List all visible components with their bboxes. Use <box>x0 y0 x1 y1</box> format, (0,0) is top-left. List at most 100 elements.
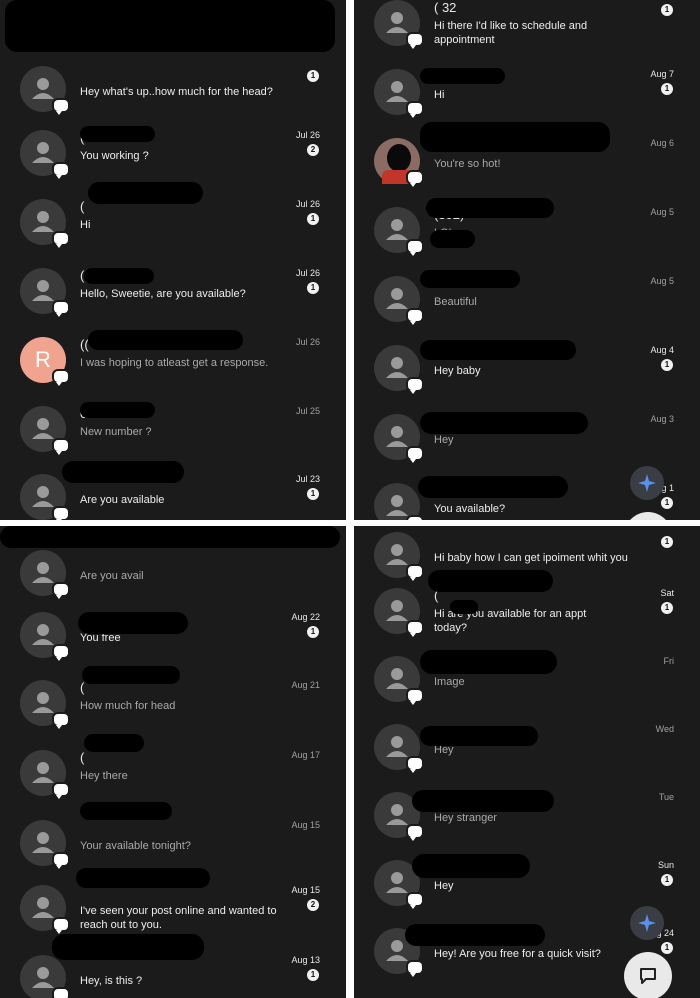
message-bubble-icon <box>406 960 424 977</box>
message-bubble-icon <box>406 824 424 841</box>
start-chat-button[interactable] <box>624 952 672 998</box>
message-preview: Beautiful <box>434 296 477 308</box>
redaction-block <box>52 934 204 960</box>
ai-assistant-button[interactable] <box>630 466 664 500</box>
redaction-block <box>420 726 538 746</box>
unread-count-badge: 1 <box>307 488 319 500</box>
timestamp: Aug 5 <box>650 207 674 217</box>
unread-count-badge: 1 <box>307 969 319 981</box>
message-bubble-icon <box>52 917 70 934</box>
conversation-row[interactable]: (Hey there Aug 17 <box>0 746 346 816</box>
message-bubble-icon <box>52 987 70 998</box>
timestamp: Aug 15 <box>291 820 320 830</box>
message-bubble-icon <box>406 101 424 118</box>
conversation-list-panel-1: Hey what's up..how much for the head? 1 ( … <box>0 0 346 520</box>
unread-count-badge: 1 <box>307 70 319 82</box>
timestamp: Aug 22 <box>291 612 320 622</box>
conversation-row[interactable]: Beautiful Aug 5 <box>354 272 700 342</box>
timestamp: Aug 3 <box>650 414 674 424</box>
message-preview: Are you avail <box>80 570 144 582</box>
timestamp: Sat <box>660 588 674 598</box>
timestamp: Aug 7 <box>650 69 674 79</box>
timestamp: Jul 26 <box>295 337 320 347</box>
message-preview: You're so hot! <box>434 158 501 170</box>
redaction-block <box>420 412 588 434</box>
message-bubble-icon <box>52 300 70 317</box>
message-bubble-icon <box>406 892 424 909</box>
redaction-block <box>78 612 188 634</box>
message-preview: Hi <box>80 219 91 231</box>
contact-name: ( <box>80 680 85 695</box>
unread-count-badge: 1 <box>661 874 673 886</box>
message-bubble-icon <box>406 446 424 463</box>
redaction-block <box>84 734 144 752</box>
message-preview: Hello, Sweetie, are you available? <box>80 288 246 300</box>
message-bubble-icon <box>52 438 70 455</box>
redaction-block <box>420 122 610 152</box>
message-preview: Hey baby <box>434 365 481 377</box>
conversation-row[interactable]: (How much for head Aug 21 <box>0 676 346 746</box>
conversation-list-panel-2: ( 32 Hi there I'd like to schedule and ap… <box>354 0 700 520</box>
message-bubble-icon <box>52 644 70 661</box>
conversation-list-panel-3: Are you avail You free Aug 22 1(How much fo… <box>0 526 346 998</box>
message-preview: Hey what's up..how much for the head? <box>80 86 273 98</box>
redaction-block <box>88 182 203 204</box>
message-bubble-icon <box>406 308 424 325</box>
timestamp: Aug 21 <box>291 680 320 690</box>
message-bubble-icon <box>406 170 424 187</box>
redaction-block <box>450 600 478 614</box>
timestamp: Jul 25 <box>295 406 320 416</box>
redaction-block <box>412 854 530 878</box>
timestamp: Aug 15 <box>291 885 320 895</box>
unread-count-badge: 2 <box>307 899 319 911</box>
message-bubble-icon <box>52 712 70 729</box>
timestamp: Jul 26 <box>295 268 320 278</box>
timestamp: Sun <box>657 860 674 870</box>
message-preview: Image <box>434 676 465 688</box>
redaction-block <box>80 126 155 142</box>
timestamp: Wed <box>655 724 674 734</box>
message-preview: New number ? <box>80 426 152 438</box>
ai-assistant-button[interactable] <box>630 906 664 940</box>
redaction-block <box>428 570 553 592</box>
conversation-row[interactable]: Hey what's up..how much for the head? 1 <box>0 62 346 132</box>
conversation-row[interactable]: ( 32 Hi there I'd like to schedule and ap… <box>354 0 700 66</box>
message-bubble-icon <box>406 756 424 773</box>
message-bubble-icon <box>52 582 70 599</box>
message-preview: Are you available <box>80 494 165 506</box>
message-bubble-icon <box>406 620 424 637</box>
unread-count-badge: 1 <box>661 536 673 548</box>
unread-count-badge: 1 <box>661 4 673 16</box>
conversation-row[interactable]: ( 76Hello, Sweetie, are you available?Ju… <box>0 264 346 334</box>
conversation-row[interactable]: (Hi are you available for an appt today?… <box>354 584 700 654</box>
timestamp: Aug 5 <box>650 276 674 286</box>
message-bubble-icon <box>406 515 424 520</box>
timestamp: Aug 6 <box>650 138 674 148</box>
redaction-block <box>0 526 340 548</box>
unread-count-badge: 1 <box>661 942 673 954</box>
message-preview: Hey, is this ? <box>80 975 143 987</box>
redaction-block <box>405 924 545 946</box>
redaction-block <box>420 68 505 84</box>
redaction-block <box>80 802 172 820</box>
message-preview: Hey <box>434 434 454 446</box>
redaction-block <box>418 476 568 498</box>
redaction-block <box>426 198 554 218</box>
message-bubble-icon <box>406 239 424 256</box>
redaction-block <box>412 790 554 812</box>
message-bubble-icon <box>406 32 424 49</box>
message-preview: Hey <box>434 880 454 892</box>
message-preview: I've seen your post online and wanted to… <box>80 905 277 931</box>
conversation-row[interactable]: (Hi Jul 26 1 <box>0 195 346 265</box>
redaction-block <box>88 330 243 350</box>
contact-name: ( 32 <box>434 0 457 15</box>
redaction-block <box>82 666 180 684</box>
message-bubble-icon <box>406 377 424 394</box>
conversation-row[interactable]: Are you avail <box>0 546 346 616</box>
redaction-block <box>420 650 557 674</box>
redaction-block <box>420 270 520 288</box>
message-preview: Hi <box>434 89 445 101</box>
redaction-block <box>84 268 154 284</box>
message-bubble-icon <box>52 231 70 248</box>
timestamp: Jul 26 <box>295 130 320 140</box>
